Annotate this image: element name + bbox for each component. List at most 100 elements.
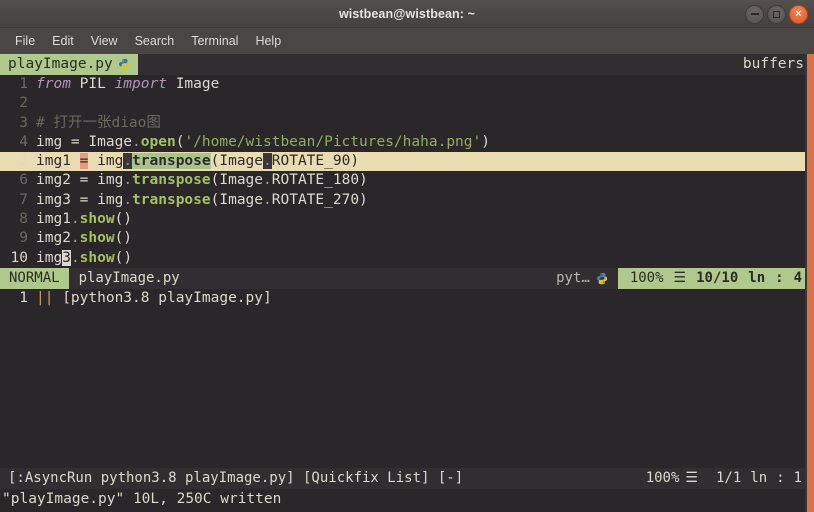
code-line-3[interactable]: 3 # 打开一张diao图: [0, 114, 814, 133]
token-arg-image: (Image: [210, 191, 264, 208]
line-content: img1 = img.transpose(Image.ROTATE_90): [36, 152, 814, 171]
status-colon: :: [775, 269, 784, 286]
token-assign: img2 = img: [36, 172, 124, 189]
menu-item-terminal[interactable]: Terminal: [184, 31, 245, 51]
minimize-icon: [750, 13, 759, 15]
line-content: img1.show(): [36, 210, 814, 229]
quickfix-empty-area[interactable]: [0, 308, 814, 469]
line-number: 7: [19, 191, 28, 208]
token-dot: .: [123, 191, 133, 208]
token-keyword-import: import: [114, 76, 167, 92]
code-line-4[interactable]: 4 img = Image.open('/home/wistbean/Pictu…: [0, 133, 814, 152]
code-buffer[interactable]: 1 from PIL import Image 2 3 # 打开一张diao图 …: [0, 75, 814, 268]
token-dot: .: [132, 133, 141, 150]
close-icon: ×: [795, 7, 802, 20]
maximize-button[interactable]: [767, 4, 786, 24]
editor-status-line: NORMAL playImage.py pyt… 100% ☰ 10/10 ln…: [0, 267, 814, 289]
code-line-7[interactable]: 7 img3 = img.transpose(Image.ROTATE_270): [0, 191, 814, 210]
menu-item-help[interactable]: Help: [248, 31, 288, 51]
token-assign: img3 = img: [36, 191, 124, 208]
token-const-rotate90: ROTATE_90): [271, 153, 360, 170]
scrollbar-thumb[interactable]: [807, 54, 814, 512]
line-number: 3: [19, 114, 28, 131]
python-logo-icon: [118, 58, 131, 71]
window-controls: ×: [745, 0, 808, 28]
token-name-image: Image: [166, 76, 220, 92]
token-assign: img = Image: [36, 133, 133, 150]
vertical-scrollbar[interactable]: [807, 54, 814, 512]
quickfix-status-colon: :: [776, 470, 785, 487]
code-line-6[interactable]: 6 img2 = img.transpose(Image.ROTATE_180): [0, 171, 814, 190]
tab-line: playImage.py buffers: [0, 54, 814, 75]
code-line-8[interactable]: 8 img1.show(): [0, 210, 814, 229]
token-function-transpose: transpose: [132, 172, 211, 189]
code-line-5-current[interactable]: 5 img1 = img.transpose(Image.ROTATE_90): [0, 152, 814, 172]
line-number: 2: [19, 95, 28, 112]
token-function-transpose: transpose: [132, 191, 211, 208]
menu-item-edit[interactable]: Edit: [45, 31, 81, 51]
status-filetype: pyt…: [556, 267, 618, 289]
quickfix-line-number: 1: [19, 289, 28, 306]
window-title: wistbean@wistbean: ~: [338, 6, 476, 21]
token-keyword-from: from: [36, 76, 71, 92]
status-mode-badge: NORMAL: [0, 267, 69, 289]
text-cursor: 3: [62, 249, 71, 266]
line-content: img2.show(): [36, 229, 814, 248]
token-function-show: show: [79, 211, 115, 228]
token-dot: .: [263, 191, 272, 208]
line-number: 6: [19, 172, 28, 189]
status-filler: [189, 267, 557, 289]
maximize-icon: [773, 10, 780, 18]
status-position: 10/10: [696, 269, 739, 286]
line-number: 4: [19, 133, 28, 150]
message-line: "playImage.py" 10L, 250C written: [0, 489, 814, 511]
minimize-button[interactable]: [745, 4, 764, 24]
terminal-window: wistbean@wistbean: ~ × File Edit View Se…: [0, 0, 814, 512]
code-line-1[interactable]: 1 from PIL import Image: [0, 75, 814, 94]
lines-icon: ☰: [673, 269, 687, 286]
token-var-img1: img1: [36, 211, 71, 228]
tab-line-filler: [137, 54, 737, 75]
menu-item-view[interactable]: View: [84, 31, 125, 51]
line-content: img = Image.open('/home/wistbean/Picture…: [36, 133, 814, 152]
menu-bar: File Edit View Search Terminal Help: [0, 28, 814, 54]
line-content: img2 = img.transpose(Image.ROTATE_180): [36, 171, 814, 190]
quickfix-entry-row[interactable]: 1 || [python3.8 playImage.py]: [0, 288, 814, 309]
quickfix-status-percent: 100%: [645, 470, 680, 487]
code-line-9[interactable]: 9 img2.show(): [0, 229, 814, 248]
token-rparen: ): [481, 133, 490, 150]
quickfix-status-command: [:AsyncRun python3.8 playImage.py] [Quic…: [8, 470, 464, 487]
token-dot: .: [70, 249, 80, 266]
line-number: 8: [19, 211, 28, 228]
token-parens: (): [114, 211, 133, 228]
line-content: from PIL import Image: [36, 75, 814, 94]
line-number: 1: [19, 76, 28, 92]
token-var-img: img: [88, 153, 124, 170]
token-dot: .: [123, 172, 133, 189]
close-button[interactable]: ×: [789, 4, 808, 24]
line-content: img3 = img.transpose(Image.ROTATE_270): [36, 191, 814, 210]
quickfix-status-line: [:AsyncRun python3.8 playImage.py] [Quic…: [0, 468, 814, 490]
token-comment: # 打开一张diao图: [36, 114, 161, 131]
line-number: 10: [10, 249, 28, 266]
token-parens: (): [114, 230, 133, 247]
menu-item-search[interactable]: Search: [128, 31, 182, 51]
token-dot: .: [123, 153, 133, 170]
quickfix-status-position: 1/1: [715, 470, 742, 487]
tab-playimage-py[interactable]: playImage.py: [0, 54, 138, 75]
token-var-img3: img: [36, 249, 63, 266]
token-search-match-transpose: transpose: [132, 153, 211, 170]
token-function-show: show: [79, 230, 115, 247]
status-line-label: ln: [748, 269, 766, 286]
quickfix-command-text: [python3.8 playImage.py]: [62, 289, 272, 306]
token-var-img1: img1: [36, 153, 80, 170]
vim-editor: playImage.py buffers 1 from PIL import I…: [0, 54, 814, 512]
tab-line-buffers-label: buffers: [736, 54, 814, 75]
menu-item-file[interactable]: File: [8, 31, 42, 51]
quickfix-status-position-group: 1/1 ln : 1: [716, 469, 814, 488]
code-line-10[interactable]: 10 img3.show(): [0, 249, 814, 268]
status-percent: 100%: [629, 269, 664, 286]
code-line-2[interactable]: 2: [0, 94, 814, 113]
quickfix-entry-text: [53, 289, 62, 308]
python-logo-icon: [596, 272, 609, 285]
